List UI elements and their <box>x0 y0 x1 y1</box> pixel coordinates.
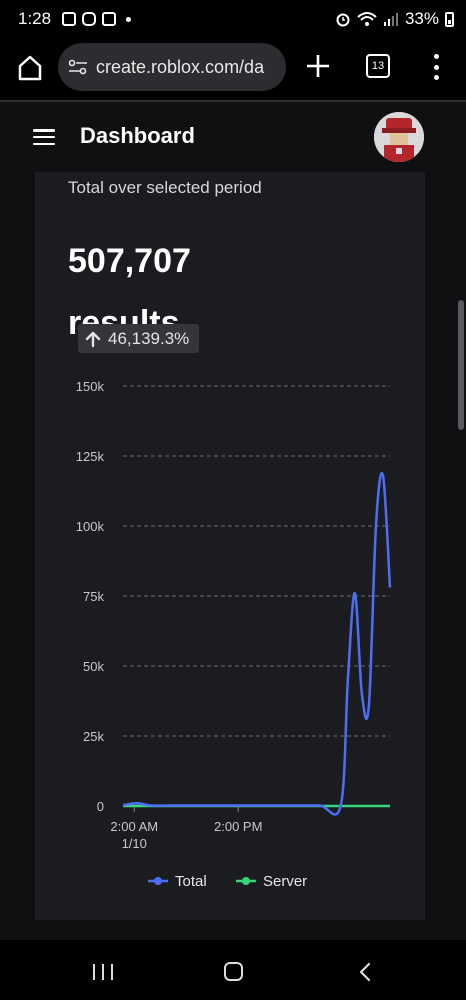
home-button-icon[interactable] <box>224 962 243 981</box>
y-tick-label: 0 <box>97 799 104 814</box>
page-scrollbar[interactable] <box>458 300 464 430</box>
y-tick-label: 25k <box>83 729 104 744</box>
y-tick-label: 100k <box>76 519 105 534</box>
x-tick-label: 1/10 <box>122 836 147 851</box>
y-tick-label: 125k <box>76 449 105 464</box>
legend-label-total: Total <box>175 873 207 890</box>
legend-marker-dot <box>242 877 250 885</box>
back-icon[interactable] <box>357 962 373 982</box>
y-tick-label: 50k <box>83 659 104 674</box>
y-tick-label: 150k <box>76 379 105 394</box>
y-tick-label: 75k <box>83 589 104 604</box>
x-tick-label: 2:00 AM <box>110 819 158 834</box>
system-nav-bar <box>0 940 466 1000</box>
recent-apps-icon[interactable] <box>93 964 113 980</box>
x-tick-label: 2:00 PM <box>214 819 262 834</box>
legend-marker-dot <box>154 877 162 885</box>
legend-label-server: Server <box>263 873 307 890</box>
results-line-chart: 0 25k 50k 75k 100k 125k 150k 2:00 AM 1/10 2:00 PM… <box>76 379 392 890</box>
series-line-total <box>122 472 392 816</box>
